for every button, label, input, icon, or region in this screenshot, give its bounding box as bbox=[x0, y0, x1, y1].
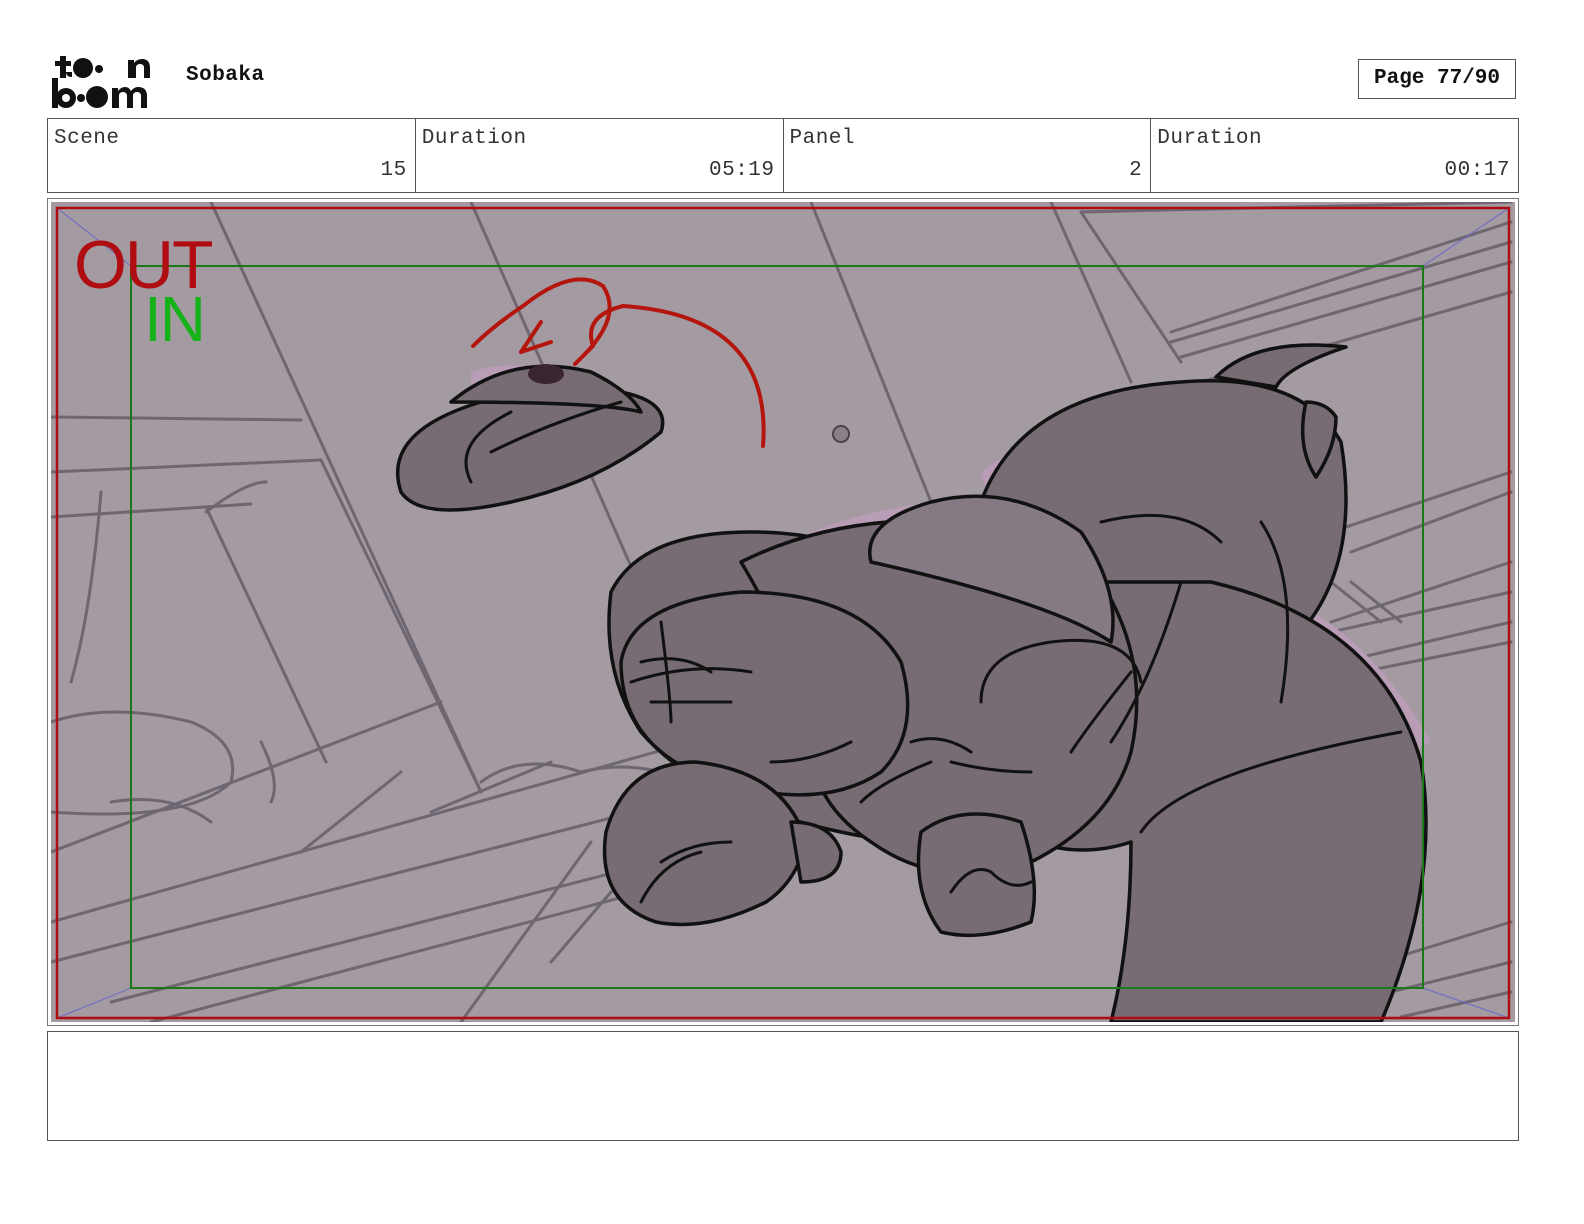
scene-cell: Scene 15 bbox=[48, 119, 416, 192]
panel-info-bar: Scene 15 Duration 05:19 Panel 2 Duration… bbox=[47, 118, 1519, 193]
in-frame-label: IN bbox=[144, 283, 206, 355]
panel-value: 2 bbox=[1129, 159, 1143, 182]
storyboard-panel: OUT IN bbox=[47, 198, 1519, 1026]
small-marker bbox=[832, 425, 850, 443]
panel-notes-box bbox=[47, 1031, 1519, 1141]
scene-value: 15 bbox=[380, 159, 407, 182]
project-title: Sobaka bbox=[186, 64, 265, 87]
panel-label: Panel bbox=[789, 127, 856, 150]
panel-drawing bbox=[51, 202, 1515, 1022]
scene-label: Scene bbox=[54, 127, 120, 150]
scene-duration-label: Duration bbox=[421, 127, 527, 150]
scene-duration-cell: Duration 05:19 bbox=[416, 119, 784, 192]
toon-boom-logo bbox=[52, 56, 150, 108]
panel-duration-value: 00:17 bbox=[1444, 159, 1510, 182]
panel-cell: Panel 2 bbox=[784, 119, 1152, 192]
scene-duration-value: 05:19 bbox=[708, 159, 775, 182]
hat-spot bbox=[528, 364, 564, 384]
panel-duration-cell: Duration 00:17 bbox=[1151, 119, 1518, 192]
page-indicator: Page 77/90 bbox=[1358, 59, 1516, 99]
panel-duration-label: Duration bbox=[1157, 127, 1263, 150]
